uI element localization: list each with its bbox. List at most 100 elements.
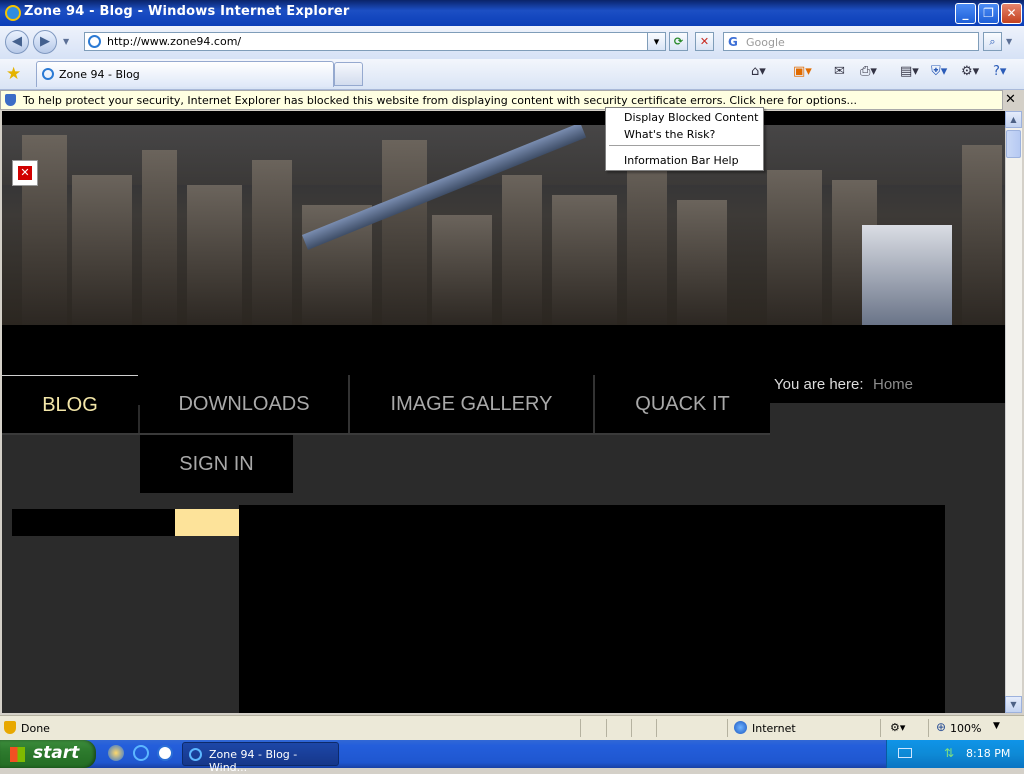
google-icon: G [728,35,738,49]
close-button[interactable]: ✕ [1001,3,1022,24]
banner-building [72,175,132,325]
banner-building [187,185,242,325]
tools-gear-icon[interactable]: ⚙▾ [961,64,979,82]
minimize-button[interactable]: _ [955,3,976,24]
refresh-button[interactable]: ⟳ [669,32,688,51]
status-divider [631,719,632,737]
search-placeholder: Google [746,36,785,49]
zoom-dropdown-chevron-icon[interactable]: ▼ [993,721,1000,731]
windows-flag-icon [10,747,25,762]
status-warning-icon [4,721,16,734]
banner-building [677,200,727,325]
window-title: Zone 94 - Blog - Windows Internet Explor… [24,4,350,19]
security-shield-icon [5,94,16,106]
home-icon[interactable]: ⌂▾ [751,64,766,82]
vertical-scrollbar[interactable] [1005,111,1022,713]
banner-building [862,225,952,325]
city-banner-image: ✕ [2,125,1005,325]
network-icon[interactable]: ⇅ [944,746,957,760]
page-menu-icon[interactable]: ▤▾ [900,64,919,82]
search-input[interactable]: G Google [723,32,979,51]
address-dropdown-button[interactable]: ▾ [647,32,666,51]
status-text: Done [21,722,50,735]
information-bar-close-button[interactable]: ✕ [1005,92,1016,107]
print-icon[interactable]: ⎙▾ [860,64,877,82]
tab-zone94-blog[interactable]: Zone 94 - Blog [36,61,334,87]
back-button[interactable]: ◀ [5,30,29,54]
keyboard-icon[interactable] [898,748,912,758]
status-divider [727,719,728,737]
quicklaunch-outlook-icon[interactable] [108,745,124,761]
broken-image-icon: ✕ [12,160,38,186]
status-divider [580,719,581,737]
address-field[interactable]: http://www.zone94.com/ [84,32,650,51]
information-bar[interactable]: To help protect your security, Internet … [0,90,1003,110]
status-divider [656,719,657,737]
protected-mode-icon[interactable]: ⚙▾ [890,721,905,734]
sidebar-block [12,509,175,536]
maximize-button[interactable]: ❐ [978,3,999,24]
nav-quack-it[interactable]: QUACK IT [595,375,770,433]
address-url[interactable]: http://www.zone94.com/ [107,35,241,48]
page-icon [88,35,101,48]
menu-item-whats-the-risk[interactable]: What's the Risk? [624,128,715,141]
tab-page-icon [42,68,54,80]
search-options-chevron-icon[interactable]: ▼ [1006,37,1012,46]
scroll-up-button[interactable]: ▲ [1005,111,1022,128]
banner-building [252,160,292,325]
banner-building [767,170,822,325]
banner-building [382,140,427,325]
internet-zone-globe-icon [734,721,747,734]
scroll-thumb[interactable] [1006,130,1021,158]
page-viewport: ✕ You are here: Home BLOG DOWNLOADS IMAG… [2,111,1005,713]
status-bar: Done Internet ⚙▾ ⊕ 100% ▼ [0,715,1024,740]
zoom-level[interactable]: 100% [950,722,981,735]
recent-pages-chevron-icon[interactable]: ▼ [63,37,69,46]
banner-building [552,195,617,325]
taskbar-ie-icon [189,748,202,761]
status-divider [880,719,881,737]
zoom-magnifier-icon[interactable]: ⊕ [936,720,946,734]
banner-building [962,145,1002,325]
nav-image-gallery[interactable]: IMAGE GALLERY [350,375,595,433]
quicklaunch-ie-icon[interactable] [133,745,149,761]
safety-menu-icon[interactable]: ⛨▾ [931,64,947,82]
start-label: start [33,743,80,763]
banner-building [627,155,667,325]
feeds-icon[interactable]: ▣▾ [793,64,812,82]
taskbar-button-ie[interactable]: Zone 94 - Blog - Wind... [182,742,339,774]
information-bar-menu: Display Blocked Content What's the Risk?… [605,107,764,171]
search-button[interactable]: ⌕ [983,32,1002,51]
breadcrumb-home-link[interactable]: Home [873,376,913,393]
ie-logo-icon [5,5,21,21]
nav-sign-in[interactable]: SIGN IN [140,435,293,493]
nav-underline [2,433,770,435]
clock[interactable]: 8:18 PM [966,747,1010,760]
scroll-down-button[interactable]: ▼ [1005,696,1022,713]
quicklaunch-media-player-icon[interactable] [157,745,173,761]
page-top-strip [2,111,1005,125]
new-tab-button[interactable] [334,62,363,86]
banner-building [432,215,492,325]
security-zone-label: Internet [752,722,796,735]
menu-separator [609,145,760,146]
title-bar[interactable]: Zone 94 - Blog - Windows Internet Explor… [0,0,1024,26]
nav-blog[interactable]: BLOG [2,375,138,433]
status-divider [928,719,929,737]
status-divider [606,719,607,737]
stop-button[interactable]: ✕ [695,32,714,51]
help-icon[interactable]: ?▾ [993,64,1006,82]
breadcrumb-strip [770,403,1005,433]
taskbar [0,740,1024,768]
menu-item-information-bar-help[interactable]: Information Bar Help [624,154,739,167]
nav-downloads[interactable]: DOWNLOADS [140,375,350,433]
favorites-star-icon[interactable]: ★ [6,64,21,84]
banner-building [502,175,542,325]
menu-item-display-blocked-content[interactable]: Display Blocked Content [624,111,758,124]
breadcrumb-label: You are here: [774,376,864,393]
mail-icon[interactable]: ✉ [834,64,845,82]
start-button[interactable]: start [0,740,96,768]
information-bar-message[interactable]: To help protect your security, Internet … [23,94,857,107]
taskbar-button-label: Zone 94 - Blog - Wind... [209,748,298,774]
forward-button[interactable]: ▶ [33,30,57,54]
